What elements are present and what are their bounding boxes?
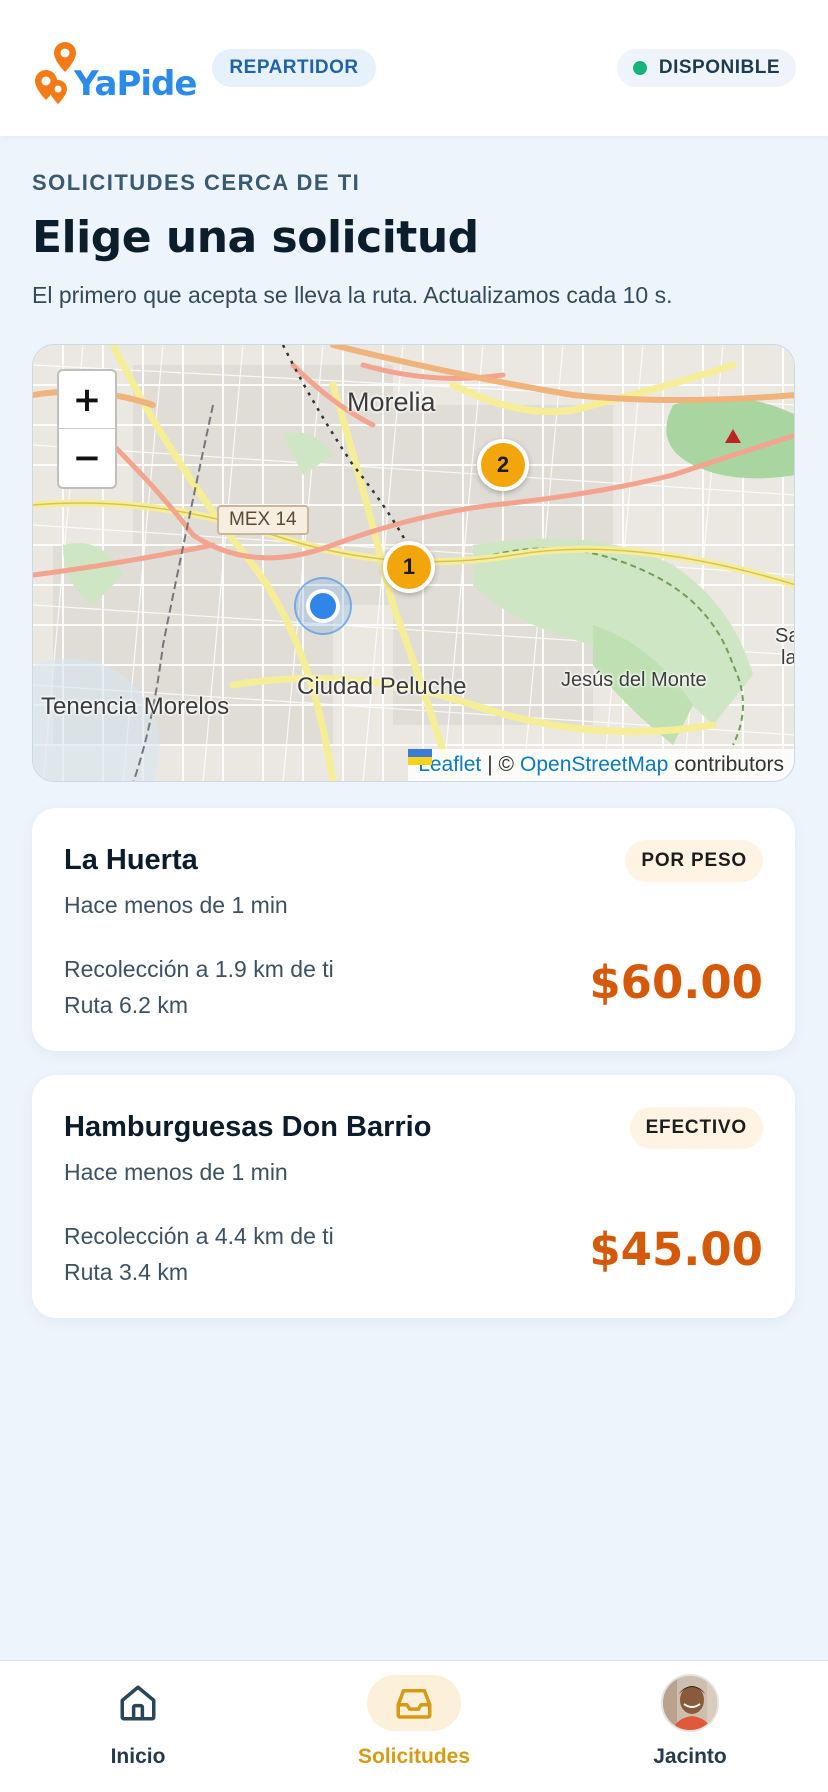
nav-label: Inicio	[110, 1745, 166, 1768]
attribution-separator: | ©	[487, 753, 515, 776]
zoom-in-button[interactable]: +	[59, 371, 115, 429]
home-icon	[120, 1685, 156, 1721]
payment-tag: EFECTIVO	[629, 1107, 763, 1149]
status-label: DISPONIBLE	[658, 57, 780, 78]
route-distance: Ruta 3.4 km	[64, 1259, 188, 1285]
avatar-image	[663, 1676, 717, 1730]
logo[interactable]: YaPide	[32, 30, 197, 106]
role-badge: REPARTIDOR	[212, 49, 376, 87]
brand: YaPide REPARTIDOR	[32, 30, 376, 106]
osm-link[interactable]: OpenStreetMap	[520, 753, 668, 777]
map-label-district: Ciudad Peluche	[297, 673, 467, 700]
request-time: Hace menos de 1 min	[64, 892, 288, 918]
page-subtitle: El primero que acepta se lleva la ruta. …	[32, 282, 673, 308]
pickup-distance: Recolección a 1.9 km de ti	[64, 956, 334, 982]
nav-label: Solicitudes	[357, 1745, 471, 1768]
request-card[interactable]: La Huerta Hace menos de 1 min POR PESO R…	[32, 808, 795, 1051]
avatar	[661, 1674, 719, 1732]
map-label-edge: Sa	[775, 625, 794, 647]
request-time: Hace menos de 1 min	[64, 1159, 288, 1185]
current-location-marker	[294, 577, 352, 635]
zoom-controls: + −	[57, 369, 117, 489]
brand-name: YaPide	[74, 64, 197, 104]
payment-tag: POR PESO	[625, 840, 763, 882]
requests-map[interactable]: + − Morelia MEX 14 Ciudad Peluche Tenenc…	[32, 344, 795, 782]
nav-item-solicitudes[interactable]: Solicitudes	[324, 1675, 504, 1785]
app-header: YaPide REPARTIDOR DISPONIBLE	[0, 0, 828, 136]
zoom-out-button[interactable]: −	[59, 429, 115, 487]
map-attribution: Leaflet | © OpenStreetMap contributors	[408, 749, 794, 781]
request-marker[interactable]: 2	[477, 439, 529, 491]
nav-icon-wrap	[91, 1675, 185, 1731]
road-shield: MEX 14	[217, 505, 309, 535]
nav-item-inicio[interactable]: Inicio	[48, 1675, 228, 1785]
section-eyebrow: SOLICITUDES CERCA DE TI	[32, 170, 361, 195]
map-label-edge: la	[781, 647, 794, 669]
nav-icon-wrap	[643, 1674, 737, 1732]
route-distance: Ruta 6.2 km	[64, 992, 188, 1018]
map-label-district: Jesús del Monte	[561, 669, 707, 691]
ukraine-flag-icon	[408, 749, 433, 765]
location-pins-icon	[35, 42, 76, 104]
request-marker[interactable]: 1	[383, 541, 435, 593]
status-dot-icon	[632, 61, 647, 75]
map-label-city: Morelia	[347, 387, 436, 417]
inbox-icon	[396, 1689, 432, 1719]
request-price: $60.00	[589, 956, 763, 1009]
bottom-nav: Inicio Solicitudes Jacinto	[0, 1660, 828, 1792]
page-title: Elige una solicitud	[32, 212, 479, 263]
attribution-suffix: contributors	[674, 753, 784, 776]
merchant-name: Hamburguesas Don Barrio	[64, 1111, 432, 1143]
request-price: $45.00	[589, 1223, 763, 1276]
map-label-district: Tenencia Morelos	[41, 693, 230, 720]
pickup-distance: Recolección a 4.4 km de ti	[64, 1223, 334, 1249]
availability-toggle[interactable]: DISPONIBLE	[616, 49, 796, 87]
request-card[interactable]: Hamburguesas Don Barrio Hace menos de 1 …	[32, 1075, 795, 1318]
nav-item-profile[interactable]: Jacinto	[600, 1674, 780, 1785]
nav-label: Jacinto	[653, 1745, 727, 1768]
merchant-name: La Huerta	[64, 844, 198, 876]
nav-icon-wrap	[367, 1675, 461, 1731]
